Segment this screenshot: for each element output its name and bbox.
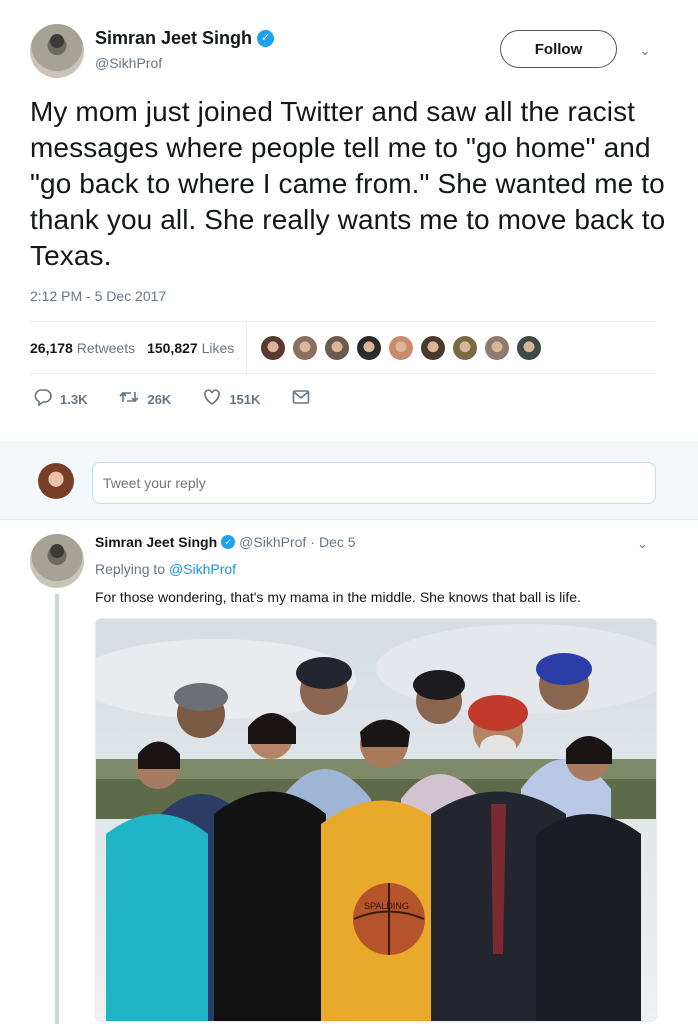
retweet-count: 26K bbox=[147, 392, 172, 407]
reply-count: 1.3K bbox=[60, 392, 88, 407]
retweet-action[interactable]: 26K bbox=[119, 388, 171, 411]
tweet-timestamp[interactable]: 2:12 PM - 5 Dec 2017 bbox=[30, 288, 166, 304]
reply-author-handle[interactable]: @SikhProf bbox=[239, 534, 306, 550]
tweet-actions: 1.3K 26K 151K bbox=[34, 388, 350, 411]
likes-stat[interactable]: 150,827 Likes bbox=[147, 340, 234, 356]
tweet-text: My mom just joined Twitter and saw all t… bbox=[30, 96, 666, 271]
reply-input[interactable] bbox=[92, 462, 656, 504]
heart-icon bbox=[203, 388, 221, 411]
reply-author-name[interactable]: Simran Jeet Singh bbox=[95, 534, 217, 550]
reply-tweet: Simran Jeet Singh ✓ @SikhProf · Dec 5 ⌄ … bbox=[0, 520, 698, 1024]
liker-avatar[interactable] bbox=[419, 334, 448, 362]
liker-avatar[interactable] bbox=[259, 334, 288, 362]
reply-icon bbox=[34, 388, 52, 411]
retweets-stat[interactable]: 26,178 Retweets bbox=[30, 340, 135, 356]
chevron-down-icon[interactable]: ⌄ bbox=[637, 42, 653, 58]
likes-label: Likes bbox=[201, 340, 235, 356]
chevron-down-icon[interactable]: ⌄ bbox=[637, 536, 648, 552]
reply-date[interactable]: Dec 5 bbox=[319, 534, 356, 550]
tweet-stats: 26,178 Retweets 150,827 Likes bbox=[30, 322, 656, 374]
direct-message-action[interactable] bbox=[292, 389, 318, 410]
family-photo-image: SPALDING bbox=[96, 619, 656, 1021]
envelope-icon bbox=[292, 389, 310, 410]
verified-badge-icon: ✓ bbox=[257, 30, 275, 47]
current-user-avatar bbox=[38, 463, 74, 499]
attached-photo[interactable]: SPALDING bbox=[95, 618, 657, 1022]
liker-avatar[interactable] bbox=[483, 334, 512, 362]
retweet-icon bbox=[119, 388, 140, 411]
dot-separator: · bbox=[310, 534, 315, 550]
reply-text: For those wondering, that's my mama in t… bbox=[95, 589, 581, 605]
liker-avatar[interactable] bbox=[291, 334, 320, 362]
ball-logo-text: SPALDING bbox=[364, 901, 409, 911]
likes-count: 150,827 bbox=[147, 340, 198, 356]
liker-avatar[interactable] bbox=[387, 334, 416, 362]
replying-prefix: Replying to bbox=[95, 561, 166, 577]
retweets-count: 26,178 bbox=[30, 340, 73, 356]
author-avatar[interactable] bbox=[30, 24, 84, 78]
retweets-label: Retweets bbox=[76, 340, 136, 356]
liker-avatar[interactable] bbox=[451, 334, 480, 362]
author-handle[interactable]: @SikhProf bbox=[95, 55, 162, 71]
thread-line bbox=[55, 594, 59, 1024]
verified-badge-icon: ✓ bbox=[221, 535, 236, 549]
stats-separator bbox=[246, 322, 248, 374]
liker-avatar[interactable] bbox=[355, 334, 384, 362]
liker-avatar[interactable] bbox=[515, 334, 544, 362]
author-name[interactable]: Simran Jeet Singh bbox=[95, 28, 252, 49]
like-action[interactable]: 151K bbox=[203, 388, 260, 411]
replying-to: Replying to @SikhProf bbox=[95, 561, 236, 577]
follow-button[interactable]: Follow bbox=[500, 30, 617, 68]
main-tweet: Simran Jeet Singh ✓ @SikhProf Follow ⌄ M… bbox=[0, 0, 698, 442]
replying-to-link[interactable]: @SikhProf bbox=[169, 561, 236, 577]
reply-author-avatar[interactable] bbox=[30, 534, 84, 588]
reply-composer bbox=[0, 442, 698, 520]
likers-avatars bbox=[259, 334, 544, 362]
author-name-row[interactable]: Simran Jeet Singh ✓ bbox=[95, 28, 275, 49]
reply-action[interactable]: 1.3K bbox=[34, 388, 87, 411]
liker-avatar[interactable] bbox=[323, 334, 352, 362]
reply-header: Simran Jeet Singh ✓ @SikhProf · Dec 5 bbox=[95, 534, 356, 550]
like-count: 151K bbox=[229, 392, 261, 407]
divider bbox=[30, 373, 656, 374]
